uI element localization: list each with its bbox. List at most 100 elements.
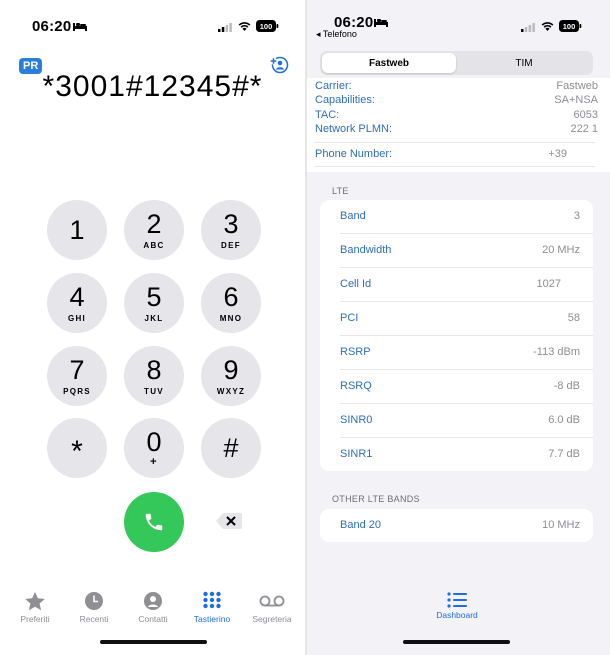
info-key: TAC: — [315, 109, 340, 121]
keypad-key-4[interactable]: 4 GHI — [47, 273, 107, 333]
keypad-key-9[interactable]: 9 WXYZ — [201, 346, 261, 406]
keypad-key-2[interactable]: 2 ABC — [124, 200, 184, 260]
home-indicator[interactable] — [100, 640, 207, 644]
row-value: 6.0 dB — [548, 414, 580, 426]
info-row-tac: TAC: 6053 — [315, 109, 598, 121]
row-value: 20 MHz — [542, 244, 580, 256]
other-lte-bands-header: OTHER LTE BANDS — [332, 494, 420, 504]
key-digit: 1 — [69, 214, 85, 245]
tab-dashboard[interactable]: Dashboard — [432, 592, 482, 620]
lte-row-pci[interactable]: PCI 58 — [340, 302, 593, 336]
tab-contatti[interactable]: Contatti — [123, 590, 183, 624]
info-row-carrier: Carrier: Fastweb — [315, 80, 598, 92]
key-digit: 6 — [223, 281, 239, 312]
key-letters: WXYZ — [216, 386, 246, 396]
row-value: 3 — [573, 210, 580, 222]
lte-card: Band 3 Bandwidth 20 MHz Cell Id 1027 PCI 58 … — [320, 200, 593, 471]
segment-fastweb[interactable]: Fastweb — [322, 53, 456, 73]
call-button[interactable] — [124, 492, 184, 552]
field-test-screen: 06:20 100 ◂ Telefono Fastweb TIM Carrier… — [307, 0, 610, 655]
lte-row-sinr0[interactable]: SINR0 6.0 dB — [340, 404, 593, 438]
keypad-key-5[interactable]: 5 JKL — [124, 273, 184, 333]
keypad-key-3[interactable]: 3 DEF — [201, 200, 261, 260]
keypad-key-0[interactable]: 0 + — [124, 418, 184, 478]
keypad-key-7[interactable]: 7 PQRS — [47, 346, 107, 406]
home-indicator[interactable] — [403, 640, 510, 644]
list-icon — [447, 592, 467, 608]
back-to-telefono-link[interactable]: ◂ Telefono — [316, 29, 357, 40]
row-key: Band 20 — [340, 519, 381, 531]
key-letters: ABC — [143, 240, 165, 250]
tab-label: Recenti — [79, 614, 109, 624]
battery-icon: 100 — [256, 20, 279, 32]
info-value: 222 1 — [570, 123, 598, 135]
tab-segreteria[interactable]: Segreteria — [242, 590, 302, 624]
tab-label: Segreteria — [252, 614, 292, 624]
lte-row-band[interactable]: Band 3 — [340, 200, 593, 234]
row-key: RSRP — [340, 346, 371, 358]
carrier-segmented-control: Fastweb TIM — [320, 51, 593, 75]
cellular-signal-icon — [521, 23, 535, 32]
battery-level: 100 — [260, 22, 273, 31]
tab-label: Dashboard — [436, 610, 478, 620]
keypad-key-hash[interactable]: # — [201, 418, 261, 478]
row-value: 7.7 dB — [548, 448, 580, 460]
row-key: SINR1 — [340, 448, 373, 460]
info-key: Carrier: — [315, 80, 352, 92]
row-value: 10 MHz — [542, 519, 580, 531]
key-letters: MNO — [219, 313, 243, 323]
key-digit: 0 — [146, 426, 162, 457]
row-key: SINR0 — [340, 414, 373, 426]
phone-icon — [145, 513, 163, 531]
star-icon — [25, 591, 45, 610]
info-key: Phone Number: — [315, 148, 393, 160]
tab-tastierino[interactable]: Tastierino — [182, 590, 242, 624]
clock-icon — [85, 592, 103, 610]
keypad-icon — [203, 591, 221, 609]
row-key: Cell Id — [340, 278, 372, 290]
key-letters: GHI — [67, 313, 87, 323]
key-digit: 4 — [69, 281, 85, 312]
tab-preferiti[interactable]: Preferiti — [5, 590, 65, 624]
wifi-icon — [541, 22, 554, 31]
battery-level: 100 — [563, 22, 576, 31]
info-row-plmn: Network PLMN: 222 1 — [315, 123, 598, 135]
sleep-focus-icon — [73, 23, 87, 31]
row-key: Bandwidth — [340, 244, 392, 256]
segment-tim[interactable]: TIM — [457, 53, 591, 73]
info-value: +39 — [548, 148, 567, 160]
info-key: Network PLMN: — [315, 123, 393, 135]
info-key: Capabilities: — [315, 94, 375, 106]
phone-keypad-screen: 06:20 100 PR *3001#12345#* 1 2 ABC 3 DEF 4… — [0, 0, 305, 655]
keypad-key-1[interactable]: 1 — [47, 200, 107, 260]
backspace-icon[interactable] — [215, 512, 243, 530]
dialed-number: *3001#12345#* — [42, 70, 263, 103]
lte-section-header: LTE — [332, 186, 349, 196]
person-icon — [144, 592, 162, 610]
status-bar: 06:20 100 — [0, 14, 305, 38]
lte-row-cell-id[interactable]: Cell Id 1027 — [340, 268, 593, 302]
key-digit: 8 — [146, 354, 162, 385]
key-letters: PQRS — [63, 386, 91, 396]
info-row-capabilities: Capabilities: SA+NSA — [315, 94, 598, 106]
info-value: SA+NSA — [554, 94, 598, 106]
key-letters: TUV — [144, 386, 164, 396]
keypad-key-8[interactable]: 8 TUV — [124, 346, 184, 406]
tab-label: Preferiti — [20, 614, 50, 624]
keypad-key-star[interactable]: * — [47, 418, 107, 478]
key-digit: # — [223, 432, 239, 463]
other-band-row-20[interactable]: Band 20 10 MHz — [340, 509, 593, 542]
info-value: Fastweb — [556, 80, 598, 92]
lte-row-rsrq[interactable]: RSRQ -8 dB — [340, 370, 593, 404]
lte-row-rsrp[interactable]: RSRP -113 dBm — [340, 336, 593, 370]
lte-row-bandwidth[interactable]: Bandwidth 20 MHz — [340, 234, 593, 268]
tab-recenti[interactable]: Recenti — [64, 590, 124, 624]
cellular-signal-icon — [218, 23, 232, 32]
key-letters: JKL — [144, 313, 164, 323]
row-key: RSRQ — [340, 380, 372, 392]
row-key: PCI — [340, 312, 359, 324]
info-value: 6053 — [573, 109, 598, 121]
keypad-key-6[interactable]: 6 MNO — [201, 273, 261, 333]
row-value: -8 dB — [553, 380, 580, 392]
lte-row-sinr1[interactable]: SINR1 7.7 dB — [340, 438, 593, 471]
